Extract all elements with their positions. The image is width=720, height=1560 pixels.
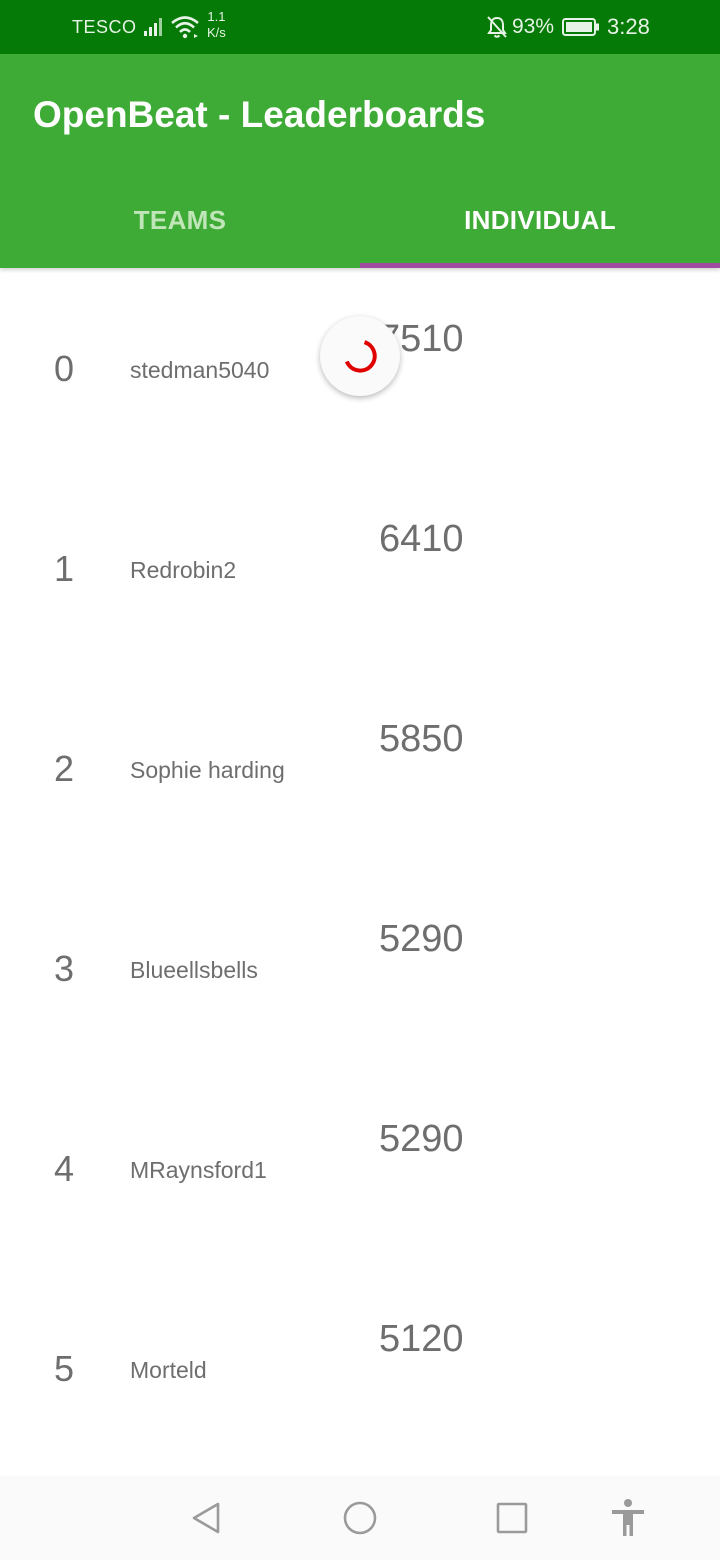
home-icon[interactable]	[340, 1498, 380, 1538]
tab-individual-label: INDIVIDUAL	[464, 204, 616, 235]
player-name: Sophie harding	[130, 757, 285, 783]
list-item[interactable]: 3 Blueellsbells 5290	[0, 868, 720, 1068]
rank-label: 3	[54, 948, 75, 989]
battery-icon	[562, 18, 599, 36]
wifi-icon	[171, 16, 199, 39]
rank-label: 5	[54, 1348, 75, 1389]
score-value: 5850	[379, 718, 464, 760]
player-name: Redrobin2	[130, 557, 237, 583]
network-speed: 1.1 K/s	[207, 9, 226, 41]
tab-individual[interactable]: INDIVIDUAL	[360, 192, 720, 268]
network-speed-value: 1.1	[207, 9, 226, 24]
carrier-label: TESCO	[72, 17, 137, 37]
list-item[interactable]: 1 Redrobin2 6410	[0, 468, 720, 668]
player-name: MRaynsford1	[130, 1157, 267, 1183]
tab-teams-label: TEAMS	[133, 204, 227, 235]
score-value: 6410	[379, 518, 464, 560]
refresh-spinner-icon	[344, 340, 377, 373]
player-name: stedman5040	[130, 357, 270, 383]
score-value: 5120	[379, 1318, 464, 1360]
rank-label: 1	[54, 548, 75, 589]
battery-percent: 93%	[512, 15, 555, 38]
page-title: OpenBeat - Leaderboards	[33, 94, 486, 135]
rank-label: 4	[54, 1148, 75, 1189]
status-bar: TESCO 1.1 K/s 93% 3:28	[0, 0, 720, 54]
screen: TESCO 1.1 K/s 93% 3:28 OpenBeat - Leader…	[0, 0, 720, 1560]
list-item[interactable]: 4 MRaynsford1 5290	[0, 1068, 720, 1268]
bell-off-icon	[487, 16, 507, 38]
recent-apps-icon[interactable]	[492, 1498, 532, 1538]
player-name: Morteld	[130, 1357, 207, 1383]
app-bar: OpenBeat - Leaderboards TEAMS INDIVIDUAL	[0, 54, 720, 268]
refresh-spinner	[320, 316, 400, 396]
rank-label: 2	[54, 748, 75, 789]
network-speed-unit: K/s	[207, 25, 226, 40]
back-icon[interactable]	[186, 1498, 226, 1538]
leaderboard-list[interactable]: 0 stedman5040 7510 1 Redrobin2 6410 2 So…	[0, 268, 720, 1476]
signal-icon	[144, 18, 162, 36]
navigation-bar	[0, 1476, 720, 1560]
list-item[interactable]: 2 Sophie harding 5850	[0, 668, 720, 868]
rank-label: 0	[54, 348, 75, 389]
accessibility-icon[interactable]	[608, 1498, 648, 1538]
list-item[interactable]: 5 Morteld 5120	[0, 1268, 720, 1468]
score-value: 5290	[379, 918, 464, 960]
tab-teams[interactable]: TEAMS	[0, 192, 360, 268]
clock: 3:28	[607, 14, 650, 39]
player-name: Blueellsbells	[130, 957, 258, 983]
score-value: 5290	[379, 1118, 464, 1160]
